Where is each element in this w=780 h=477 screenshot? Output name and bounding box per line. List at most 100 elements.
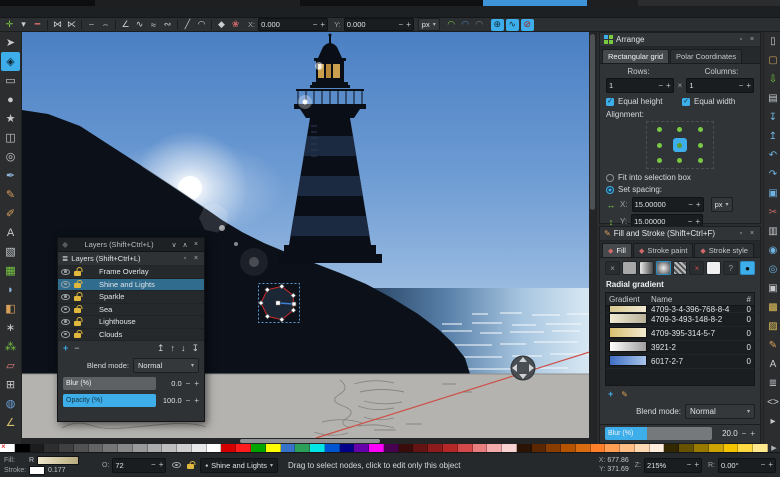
palette-swatch[interactable] bbox=[709, 444, 724, 452]
layer-lock-icon[interactable] bbox=[74, 308, 81, 313]
palette-swatch[interactable] bbox=[118, 444, 133, 452]
close-icon[interactable]: × bbox=[192, 255, 200, 262]
object-opacity-input[interactable]: 72 − + bbox=[112, 458, 166, 473]
palette-swatch[interactable] bbox=[664, 444, 679, 452]
palette-swatch[interactable] bbox=[74, 444, 89, 452]
palette-swatch[interactable] bbox=[192, 444, 207, 452]
palette-swatch[interactable] bbox=[0, 444, 15, 452]
fill-stroke-tab[interactable]: ◆Stroke paint bbox=[633, 243, 693, 257]
unknown-paint-button[interactable] bbox=[706, 261, 721, 275]
increment-button[interactable]: + bbox=[694, 461, 699, 469]
undo-icon[interactable]: ↶ bbox=[765, 146, 780, 165]
hscroll-thumb[interactable] bbox=[240, 439, 380, 443]
blur-slider[interactable]: Blur (%) bbox=[605, 427, 712, 440]
layer-lock-icon[interactable] bbox=[74, 271, 81, 276]
fit-selection-radio[interactable]: Fit into selection box bbox=[600, 171, 760, 182]
alignment-widget[interactable] bbox=[646, 121, 714, 169]
dock-icon[interactable]: ▫ bbox=[737, 230, 745, 237]
symmetric-node-button[interactable]: ≈ bbox=[147, 19, 160, 31]
lower-layer-button[interactable]: ↓ bbox=[181, 343, 186, 353]
paint-blob-button[interactable]: ● bbox=[740, 261, 755, 275]
layer-lock-icon[interactable] bbox=[74, 283, 81, 288]
fill-stroke-tab[interactable]: ◆Stroke style bbox=[694, 243, 754, 257]
break-nodes-button[interactable]: ⋉ bbox=[65, 19, 78, 31]
pencil-tool[interactable]: ✎ bbox=[1, 185, 20, 204]
decrement-button[interactable]: − bbox=[658, 82, 663, 90]
unlink-clone-icon[interactable]: ▨ bbox=[765, 317, 780, 336]
insert-node-options-dropdown[interactable]: ▾ bbox=[17, 19, 30, 31]
blend-mode-dropdown[interactable]: Normal ▾ bbox=[685, 404, 755, 419]
palette-swatch[interactable] bbox=[177, 444, 192, 452]
tweak-tool[interactable]: ∗ bbox=[1, 318, 20, 337]
raise-to-top-button[interactable]: ↥ bbox=[157, 343, 165, 354]
star-tool[interactable]: ★ bbox=[1, 109, 20, 128]
dock-icon[interactable]: ▫ bbox=[737, 36, 745, 43]
palette-swatch[interactable] bbox=[458, 444, 473, 452]
palette-swatch[interactable] bbox=[325, 444, 340, 452]
increment-button[interactable]: + bbox=[159, 461, 164, 469]
toolbar-icon[interactable] bbox=[47, 20, 48, 30]
radial-gradient-button[interactable] bbox=[656, 261, 671, 275]
palette-swatch[interactable] bbox=[30, 444, 45, 452]
6017-2-7[interactable]: 6017-2-7 0 bbox=[606, 355, 754, 369]
toolbar-icon[interactable] bbox=[115, 20, 116, 30]
palette-swatch[interactable] bbox=[561, 444, 576, 452]
palette-swatch[interactable] bbox=[694, 444, 709, 452]
Clouds[interactable]: Clouds bbox=[58, 329, 204, 342]
4709-3-493-148-8-2[interactable]: 4709-3-493-148-8-2 0 bbox=[606, 313, 754, 327]
Lighthouse[interactable]: Lighthouse bbox=[58, 316, 204, 329]
menu-item[interactable] bbox=[52, 11, 62, 13]
menu-item[interactable] bbox=[40, 11, 50, 13]
layer-lock-toggle[interactable] bbox=[187, 464, 194, 469]
arrange-header[interactable]: Arrange ▫ × bbox=[600, 33, 760, 47]
dropper-tool[interactable]: ◗ bbox=[1, 280, 20, 299]
decrement-button[interactable]: − bbox=[151, 461, 156, 469]
zoom-tool[interactable]: ◍ bbox=[1, 394, 20, 413]
decrement-button[interactable]: − bbox=[761, 461, 766, 469]
decrement-button[interactable]: − bbox=[739, 82, 744, 90]
copy-icon[interactable]: ▣ bbox=[765, 184, 780, 203]
cut-icon[interactable]: ✂ bbox=[765, 203, 780, 222]
edit-clip-button[interactable]: ◠ bbox=[473, 19, 486, 31]
auto-node-button[interactable]: ∾ bbox=[161, 19, 174, 31]
palette-swatch[interactable] bbox=[89, 444, 104, 452]
stroke-to-path-button[interactable]: ❀ bbox=[229, 19, 242, 31]
palette-swatch[interactable] bbox=[44, 444, 59, 452]
rows-input[interactable]: 1 − + bbox=[606, 78, 674, 93]
palette-swatch[interactable] bbox=[281, 444, 296, 452]
palette-swatch[interactable] bbox=[251, 444, 266, 452]
spacing-x-input[interactable]: 15.00000 − + bbox=[632, 197, 704, 212]
palette-swatch[interactable] bbox=[679, 444, 694, 452]
vertical-scrollbar[interactable] bbox=[589, 32, 596, 438]
palette-swatch[interactable] bbox=[354, 444, 369, 452]
layer-visibility-icon[interactable] bbox=[61, 306, 70, 313]
text-dialog-icon[interactable]: A bbox=[765, 355, 780, 374]
palette-swatch[interactable] bbox=[428, 444, 443, 452]
linear-gradient-button[interactable] bbox=[639, 261, 654, 275]
palette-swatch[interactable] bbox=[546, 444, 561, 452]
toolbar-icon[interactable] bbox=[211, 20, 212, 30]
export-icon[interactable]: ↥ bbox=[765, 127, 780, 146]
palette-swatch[interactable] bbox=[738, 444, 753, 452]
x-coord-input[interactable]: 0.000 − + bbox=[258, 18, 328, 31]
spacing-unit-dropdown[interactable]: px ▾ bbox=[711, 197, 733, 212]
show-transform-handles-toggle[interactable]: ⊕ bbox=[491, 19, 504, 31]
Sea[interactable]: Sea bbox=[58, 304, 204, 317]
layer-visibility-icon[interactable] bbox=[61, 269, 70, 276]
layer-visibility-icon[interactable] bbox=[61, 319, 70, 326]
palette-swatch[interactable] bbox=[650, 444, 665, 452]
palette-swatch[interactable] bbox=[59, 444, 74, 452]
layer-visibility-icon[interactable] bbox=[61, 331, 70, 338]
rectangle-tool[interactable]: ▭ bbox=[1, 71, 20, 90]
palette-swatch[interactable] bbox=[487, 444, 502, 452]
duplicate-icon[interactable]: ▣ bbox=[765, 279, 780, 298]
palette-swatch[interactable] bbox=[103, 444, 118, 452]
layer-visibility-icon[interactable] bbox=[61, 294, 70, 301]
palette-swatch[interactable] bbox=[532, 444, 547, 452]
decrement-button[interactable]: − bbox=[313, 21, 318, 29]
layer-opacity-slider[interactable]: Opacity (%) bbox=[63, 394, 156, 407]
palette-swatch[interactable] bbox=[133, 444, 148, 452]
zoom-drawing-icon[interactable]: ◎ bbox=[765, 260, 780, 279]
palette-swatch[interactable] bbox=[236, 444, 251, 452]
object-to-path-button[interactable]: ◆ bbox=[215, 19, 228, 31]
